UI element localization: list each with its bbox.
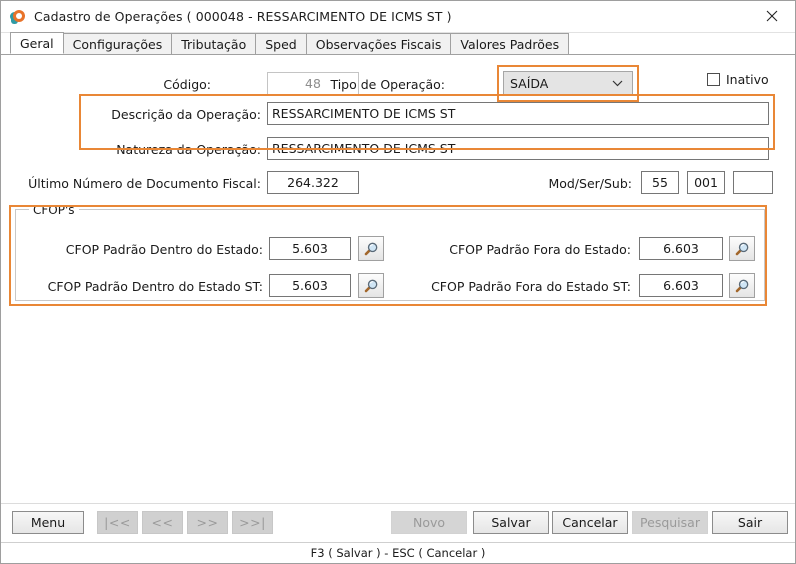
nav-prev-button[interactable]: << [142,511,183,534]
cfop-fora-field[interactable]: 6.603 [639,237,723,260]
cfop-fora-st-field[interactable]: 6.603 [639,274,723,297]
status-bar-text: F3 ( Salvar ) - ESC ( Cancelar ) [310,546,486,560]
tab-label: Tributação [181,36,247,52]
tab-sped[interactable]: Sped [255,33,307,54]
tab-geral[interactable]: Geral [10,32,64,54]
inativo-label: Inativo [726,72,769,87]
status-bar: F3 ( Salvar ) - ESC ( Cancelar ) [1,542,795,563]
window-title: Cadastro de Operações ( 000048 - RESSARC… [34,9,452,24]
magnifier-icon [735,242,749,255]
tab-label: Configurações [72,36,163,52]
mod-ser-sub-label: Mod/Ser/Sub: [548,176,632,191]
tab-label: Sped [265,36,297,52]
tab-tributacao[interactable]: Tributação [171,33,257,54]
pesquisar-button: Pesquisar [632,511,708,534]
nav-next-button[interactable]: >> [187,511,228,534]
cfop-fora-label: CFOP Padrão Fora do Estado: [449,242,631,257]
cfop-fora-st-label: CFOP Padrão Fora do Estado ST: [431,279,631,294]
checkbox-box-icon [707,73,720,86]
tipo-operacao-label: Tipo de Operação: [330,77,445,92]
tab-label: Geral [20,35,54,51]
cancelar-button[interactable]: Cancelar [552,511,628,534]
ser-field[interactable]: 001 [687,171,725,194]
ultimo-numero-field[interactable]: 264.322 [267,171,359,194]
sub-field[interactable] [733,171,773,194]
descricao-field[interactable]: RESSARCIMENTO DE ICMS ST [267,102,769,125]
ultimo-numero-label: Último Número de Documento Fiscal: [28,176,261,191]
button-bar: Menu |<< << >> >>| Novo Salvar Cancelar … [1,503,795,542]
application-window: Cadastro de Operações ( 000048 - RESSARC… [0,0,796,564]
title-bar: Cadastro de Operações ( 000048 - RESSARC… [1,1,795,33]
tab-valores-padroes[interactable]: Valores Padrões [450,33,570,54]
tipo-operacao-value: SAÍDA [510,76,549,91]
cfop-dentro-st-field[interactable]: 5.603 [269,274,351,297]
tab-configuracoes[interactable]: Configurações [62,33,173,54]
mod-field[interactable]: 55 [641,171,679,194]
nav-last-button[interactable]: >>| [232,511,273,534]
close-icon[interactable] [749,1,795,31]
tab-strip: Geral Configurações Tributação Sped Obse… [1,32,795,55]
cfop-fora-st-search-button[interactable] [729,273,755,298]
tab-panel-geral: Código: 48 Tipo de Operação: SAÍDA Inati… [1,55,795,503]
cfop-dentro-st-search-button[interactable] [358,273,384,298]
magnifier-icon [364,279,378,292]
codigo-label: Código: [163,77,211,92]
descricao-label: Descrição da Operação: [111,107,261,122]
cfop-dentro-label: CFOP Padrão Dentro do Estado: [65,242,263,257]
novo-button: Novo [391,511,467,534]
magnifier-icon [364,242,378,255]
cfop-dentro-search-button[interactable] [358,236,384,261]
cfop-group-legend: CFOP's [29,203,79,217]
tab-label: Observações Fiscais [315,36,442,52]
cfop-dentro-st-label: CFOP Padrão Dentro do Estado ST: [47,279,263,294]
chevron-down-icon [612,72,623,95]
tab-label: Valores Padrões [460,36,560,52]
natureza-field[interactable]: RESSARCIMENTO DE ICMS ST [267,137,769,160]
cfop-dentro-field[interactable]: 5.603 [269,237,351,260]
cfop-fora-search-button[interactable] [729,236,755,261]
inativo-checkbox[interactable]: Inativo [707,72,769,87]
menu-button[interactable]: Menu [12,511,84,534]
salvar-button[interactable]: Salvar [473,511,549,534]
tipo-operacao-select[interactable]: SAÍDA [503,71,633,96]
tab-observacoes-fiscais[interactable]: Observações Fiscais [305,33,452,54]
sair-button[interactable]: Sair [712,511,788,534]
magnifier-icon [735,279,749,292]
app-logo-icon [10,9,26,25]
nav-first-button[interactable]: |<< [97,511,138,534]
natureza-label: Natureza da Operação: [116,142,261,157]
